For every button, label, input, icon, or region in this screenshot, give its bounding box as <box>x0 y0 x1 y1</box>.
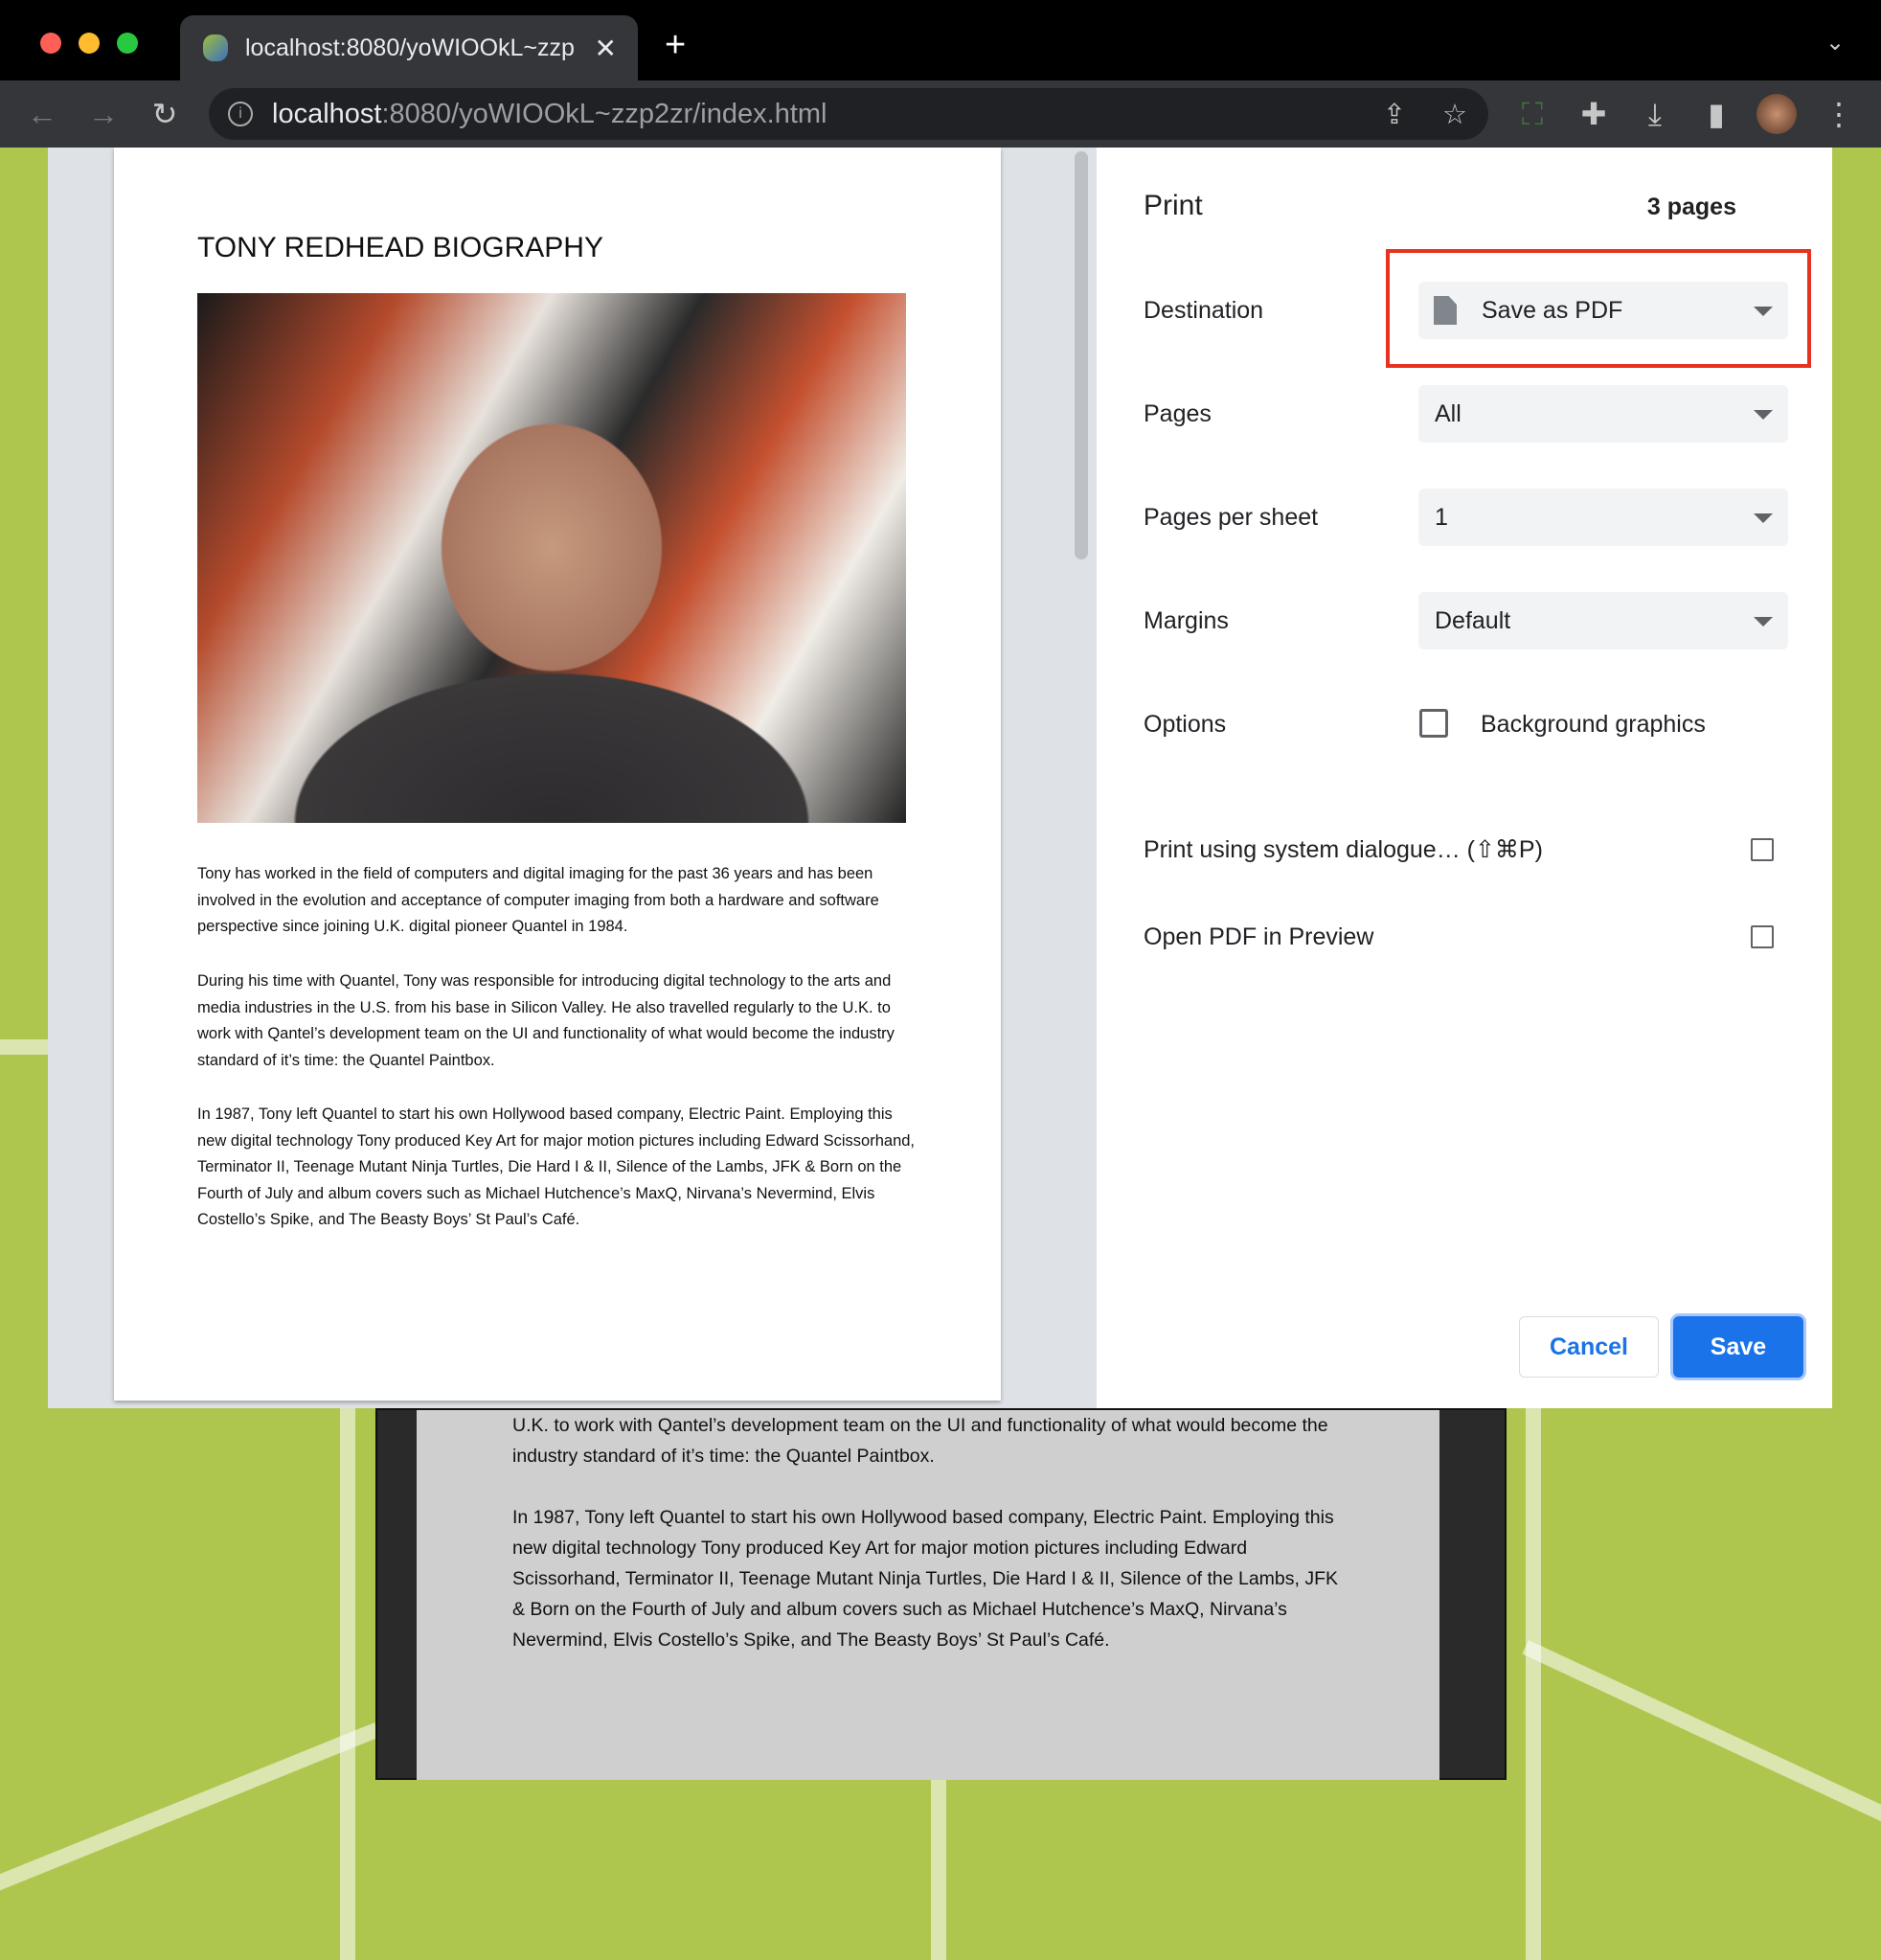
options-label: Options <box>1144 711 1227 738</box>
background-graphics-checkbox[interactable] <box>1419 709 1448 738</box>
document-title: TONY REDHEAD BIOGRAPHY <box>197 232 603 263</box>
pages-value: All <box>1435 399 1462 427</box>
avatar[interactable] <box>1756 94 1797 134</box>
site-info-icon[interactable]: i <box>228 102 253 126</box>
margins-select[interactable]: Default <box>1418 592 1788 650</box>
print-preview: TONY REDHEAD BIOGRAPHY Tony has worked i… <box>48 148 1097 1408</box>
menu-icon[interactable]: ⋮ <box>1820 96 1858 132</box>
background-graphics-label[interactable]: Background graphics <box>1481 711 1706 739</box>
preview-page: TONY REDHEAD BIOGRAPHY Tony has worked i… <box>114 148 1001 1401</box>
document-icon <box>1434 296 1457 325</box>
paragraph: U.K. to work with Qantel’s development t… <box>512 1415 1328 1467</box>
back-icon[interactable]: ← <box>23 96 61 132</box>
pages-label: Pages <box>1144 400 1212 427</box>
forward-icon[interactable]: → <box>84 96 123 132</box>
print-title: Print <box>1144 190 1203 221</box>
pages-per-sheet-select[interactable]: 1 <box>1418 489 1788 546</box>
print-settings-panel: Print 3 pages Destination Save as PDF Pa… <box>1097 148 1832 1408</box>
close-window-button[interactable] <box>40 33 61 54</box>
side-panel-icon[interactable]: ▮ <box>1697 96 1735 132</box>
paragraph: In 1987, Tony left Quantel to start his … <box>512 1507 1339 1651</box>
tab-title: localhost:8080/yoWIOOkL~zzp <box>245 34 575 61</box>
favicon-icon <box>203 34 228 61</box>
url-host: localhost <box>272 98 382 129</box>
background-page-content: U.K. to work with Qantel’s development t… <box>417 1410 1439 1780</box>
maximize-window-button[interactable] <box>117 33 138 54</box>
open-external-icon[interactable] <box>1751 925 1774 948</box>
pages-per-sheet-label: Pages per sheet <box>1144 504 1319 531</box>
address-bar[interactable]: i localhost:8080/yoWIOOkL~zzp2zr/index.h… <box>209 88 1488 140</box>
new-tab-button[interactable]: + <box>665 25 686 66</box>
system-dialog-link[interactable]: Print using system dialogue… (⇧⌘P) <box>1144 835 1543 864</box>
chevron-down-icon <box>1754 513 1773 523</box>
extensions-icon[interactable]: ✚ <box>1575 96 1613 132</box>
page-count: 3 pages <box>1646 194 1736 220</box>
open-pdf-preview-link[interactable]: Open PDF in Preview <box>1144 923 1373 951</box>
destination-label: Destination <box>1144 297 1264 324</box>
save-button[interactable]: Save <box>1673 1316 1803 1378</box>
tab-search-icon[interactable]: ⌄ <box>1825 29 1845 57</box>
share-icon[interactable]: ⇪ <box>1383 98 1406 131</box>
destination-select[interactable]: Save as PDF <box>1418 282 1788 339</box>
background-page: U.K. to work with Qantel’s development t… <box>375 1408 1507 1780</box>
url-path: :8080/yoWIOOkL~zzp2zr/index.html <box>381 98 827 129</box>
reload-icon[interactable]: ↻ <box>146 96 184 132</box>
tab-bar: localhost:8080/yoWIOOkL~zzp ✕ + ⌄ <box>0 0 1881 80</box>
chevron-down-icon <box>1754 307 1773 316</box>
close-tab-icon[interactable]: ✕ <box>595 33 617 64</box>
paragraph: In 1987, Tony left Quantel to start his … <box>197 1105 916 1228</box>
margins-value: Default <box>1435 606 1511 634</box>
chevron-down-icon <box>1754 410 1773 420</box>
pages-select[interactable]: All <box>1418 385 1788 443</box>
preview-scrollbar[interactable] <box>1075 151 1088 559</box>
cancel-button[interactable]: Cancel <box>1519 1316 1659 1378</box>
chevron-down-icon <box>1754 617 1773 627</box>
browser-tab[interactable]: localhost:8080/yoWIOOkL~zzp ✕ <box>180 15 638 80</box>
screenshot-extension-icon[interactable]: ⛶ <box>1513 96 1552 132</box>
paragraph: Tony has worked in the field of computer… <box>197 865 879 935</box>
paragraph: During his time with Quantel, Tony was r… <box>197 972 895 1069</box>
pages-per-sheet-value: 1 <box>1435 503 1448 531</box>
toolbar: ← → ↻ i localhost:8080/yoWIOOkL~zzp2zr/i… <box>0 80 1881 148</box>
margins-label: Margins <box>1144 607 1229 634</box>
minimize-window-button[interactable] <box>79 33 100 54</box>
portrait-photo <box>197 293 906 823</box>
destination-value: Save as PDF <box>1482 296 1623 324</box>
open-external-icon[interactable] <box>1751 838 1774 861</box>
download-icon[interactable]: ⤓ <box>1636 96 1674 132</box>
bookmark-star-icon[interactable]: ☆ <box>1442 98 1467 131</box>
